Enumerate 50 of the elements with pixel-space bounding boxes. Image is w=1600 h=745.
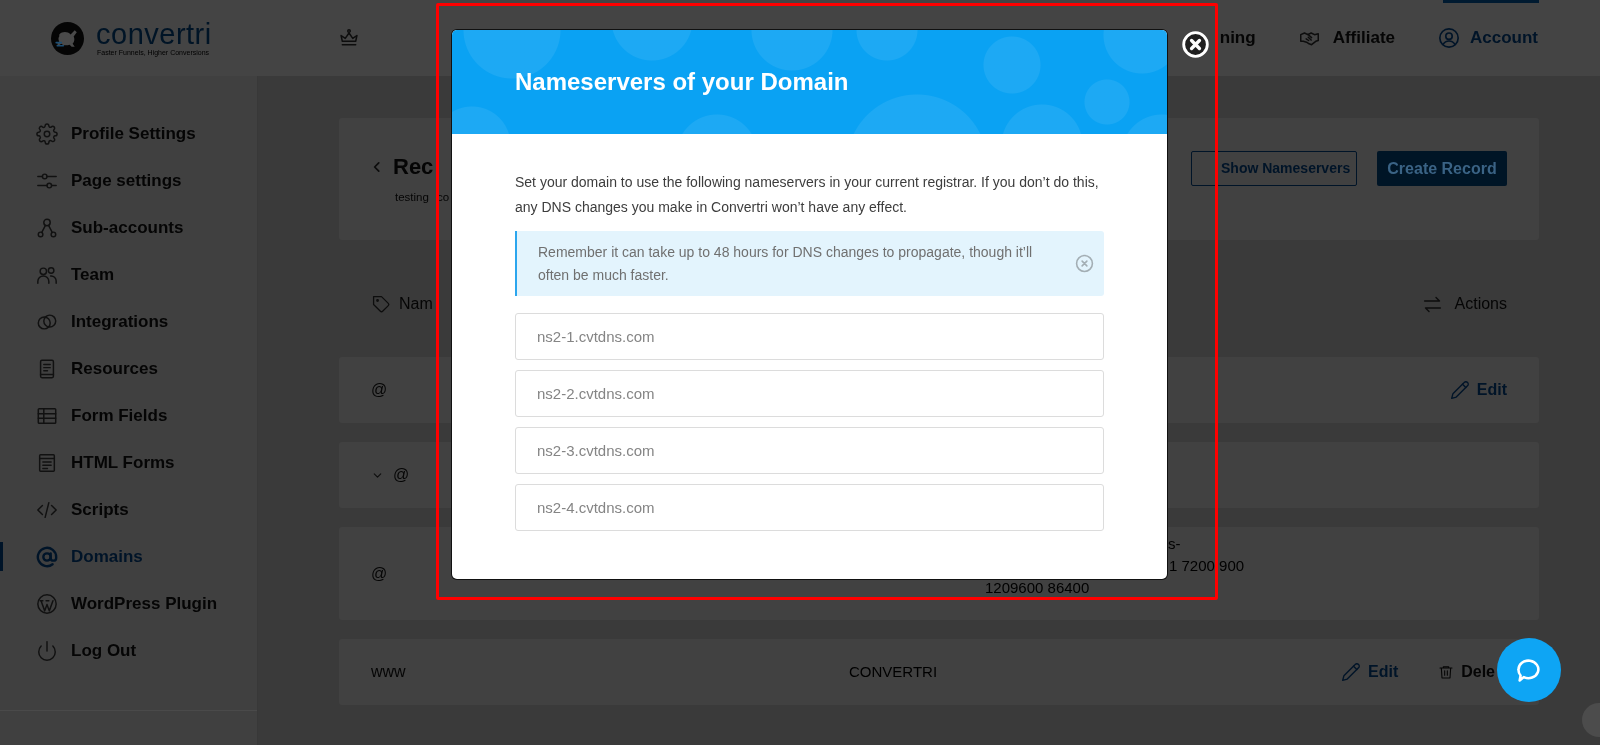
- sidebar-item[interactable]: Scripts: [0, 486, 257, 533]
- pencil-icon: [1341, 662, 1361, 682]
- crown-icon: [338, 28, 359, 48]
- sidebar-item[interactable]: WordPress Plugin: [0, 580, 257, 627]
- wordpress-icon: [36, 592, 58, 615]
- page-title: Rec: [393, 153, 434, 181]
- record-value: 1 7200 900: [1169, 556, 1245, 576]
- record-name: @: [393, 465, 410, 485]
- record-name: @: [371, 563, 388, 584]
- edit-link[interactable]: Edit: [1341, 660, 1399, 684]
- power-icon: [36, 639, 58, 662]
- form-icon: [36, 451, 58, 474]
- notice-text: Remember it can take up to 48 hours for DNS changes to propagate, though it’ll often be much faster.: [538, 242, 1034, 285]
- sidebar-item[interactable]: Integrations: [0, 298, 257, 345]
- sidebar-item[interactable]: Team: [0, 251, 257, 298]
- nameserver-field[interactable]: ns2-2.cvtdns.com: [515, 370, 1104, 417]
- create-record-button[interactable]: Create Record: [1377, 151, 1507, 186]
- speech-bubble-icon: [1515, 656, 1543, 684]
- at-sign-icon: [36, 545, 58, 568]
- sidebar-item[interactable]: Sub-accounts: [0, 204, 257, 251]
- nav-link[interactable]: Account: [1438, 25, 1538, 51]
- sidebar-item[interactable]: Page settings: [0, 157, 257, 204]
- record-value: CONVERTRI: [849, 662, 938, 682]
- nameserver-field[interactable]: ns2-3.cvtdns.com: [515, 427, 1104, 474]
- sidebar-item[interactable]: HTML Forms: [0, 439, 257, 486]
- user-circle-icon: [1438, 27, 1460, 49]
- pencil-icon: [1449, 380, 1470, 400]
- sidebar-item[interactable]: Profile Settings: [0, 110, 257, 157]
- sidebar-item[interactable]: Log Out: [0, 627, 257, 674]
- record-name: www: [371, 662, 406, 682]
- nav-link[interactable]: Affiliate: [1295, 25, 1395, 51]
- record-value: 1209600 86400: [985, 578, 1090, 598]
- record-name: @: [371, 380, 388, 400]
- modal-description: Set your domain to use the following nameservers in your current registrar. If you don’t do this, any DNS changes you make in Convertri won’t have any effect.: [515, 173, 1100, 217]
- connected-nodes-icon: [36, 216, 58, 239]
- sidebar-item[interactable]: Resources: [0, 345, 257, 392]
- sidebar-item[interactable]: Form Fields: [0, 392, 257, 439]
- modal-title: Nameservers of your Domain: [515, 67, 849, 97]
- nameserver-field[interactable]: ns2-1.cvtdns.com: [515, 313, 1104, 360]
- edit-link[interactable]: Edit: [1449, 378, 1507, 402]
- gear-icon: [36, 122, 58, 145]
- logo-icon: [51, 21, 84, 55]
- tag-icon: [372, 294, 391, 314]
- brand-name: convertri: [96, 19, 212, 48]
- delete-link[interactable]: Dele: [1438, 660, 1495, 684]
- show-nameservers-button[interactable]: Show Nameservers: [1191, 151, 1357, 186]
- record-value: s-: [1168, 534, 1181, 554]
- sidebar-item[interactable]: Domains: [0, 533, 257, 580]
- nameserver-field[interactable]: ns2-4.cvtdns.com: [515, 484, 1104, 531]
- nav-link[interactable]: ning: [1219, 25, 1256, 51]
